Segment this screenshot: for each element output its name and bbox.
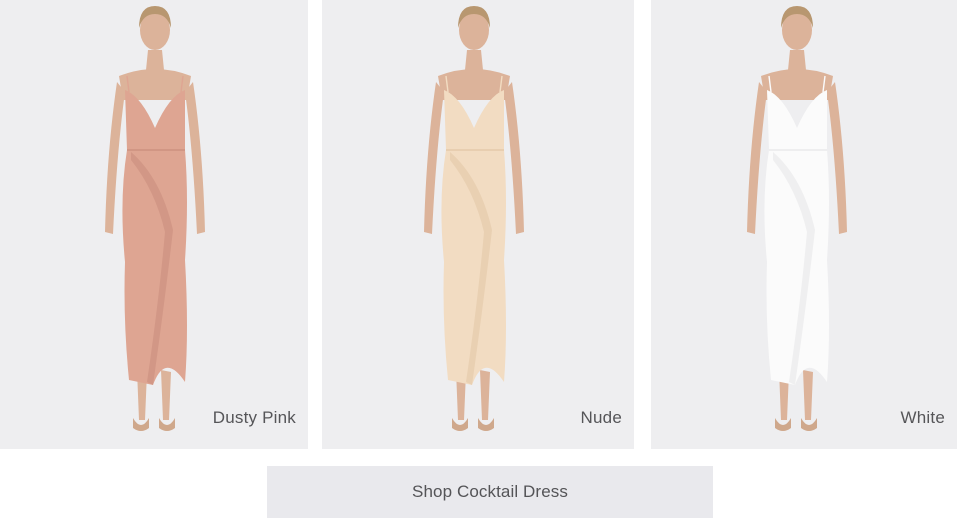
right-leg [803, 370, 813, 420]
right-leg [161, 370, 171, 420]
left-arm [105, 82, 125, 234]
right-arm [827, 82, 847, 234]
model-figure [105, 6, 205, 431]
right-arm [504, 82, 524, 234]
product-card-dusty-pink[interactable]: Dusty Pink [0, 0, 308, 449]
neck [146, 50, 164, 70]
dress-photo-nude [424, 6, 524, 431]
product-card-white[interactable]: White [651, 0, 957, 449]
left-arm [747, 82, 767, 234]
left-arm [424, 82, 444, 234]
shop-cocktail-dress-button[interactable]: Shop Cocktail Dress [267, 466, 713, 518]
product-color-label: White [900, 408, 945, 427]
dress-photo-white [747, 6, 847, 431]
dress-photo-dusty-pink [105, 6, 205, 431]
product-color-label: Dusty Pink [212, 408, 296, 427]
shop-button-label: Shop Cocktail Dress [412, 482, 568, 501]
neck [465, 50, 483, 70]
right-arm [185, 82, 205, 234]
neck [788, 50, 806, 70]
model-figure [747, 6, 847, 431]
product-color-label: Nude [580, 408, 622, 427]
model-figure [424, 6, 524, 431]
product-card-nude[interactable]: Nude [322, 0, 634, 449]
right-leg [480, 370, 490, 420]
